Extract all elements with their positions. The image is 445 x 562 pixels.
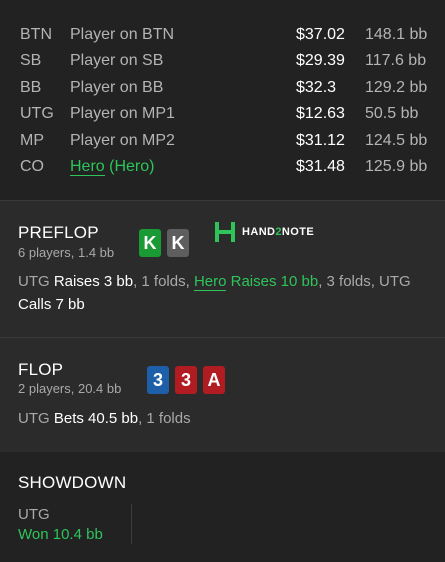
- card-king: K: [139, 229, 161, 257]
- preflop-actions: UTG Raises 3 bb, 1 folds, Hero Raises 10…: [18, 271, 427, 316]
- player-row[interactable]: MP Player on MP2 $31.12 124.5 bb: [0, 128, 445, 154]
- player-stack-bb: 125.9 bb: [365, 157, 428, 175]
- player-name: Player on BB: [70, 78, 164, 96]
- player-stack-bb: 129.2 bb: [365, 78, 428, 96]
- showdown-title: SHOWDOWN: [18, 473, 127, 492]
- hand2note-logo: HAND2NOTE: [214, 221, 314, 243]
- player-stack: $32.3: [296, 78, 337, 96]
- action-folds: , 1 folds: [138, 410, 191, 427]
- player-row[interactable]: BTN Player on BTN $37.02 148.1 bb: [0, 22, 445, 48]
- players-table: BTN Player on BTN $37.02 148.1 bb SB Pla…: [0, 0, 445, 200]
- flop-title: FLOP: [18, 360, 64, 379]
- hand2note-logo-text: HAND2NOTE: [242, 226, 315, 238]
- player-stack: $31.12: [296, 131, 345, 149]
- action-raise: Raises 3 bb: [53, 273, 134, 290]
- card-ace: A: [203, 366, 225, 394]
- player-name: Player on BTN: [70, 26, 175, 43]
- showdown-divider: [131, 504, 132, 544]
- flop-actions: UTG Bets 40.5 bb, 1 folds: [18, 408, 427, 431]
- player-stack-bb: 148.1 bb: [365, 26, 428, 43]
- action-folds: , 3 folds, UTG: [318, 273, 411, 290]
- hero-action-link[interactable]: Hero: [193, 273, 227, 291]
- player-position: CO: [20, 157, 44, 175]
- action-bet: Bets 40.5 bb: [53, 410, 139, 427]
- showdown-section: SHOWDOWN UTG Won 10.4 bb: [0, 452, 445, 562]
- card-king: K: [167, 229, 189, 257]
- player-stack: $31.48: [296, 157, 345, 175]
- hero-name-suffix: (Hero): [104, 157, 155, 175]
- player-stack: $29.39: [296, 52, 345, 70]
- player-stack: $37.02: [296, 26, 345, 43]
- player-stack-bb: 117.6 bb: [365, 52, 427, 70]
- hero-hole-cards: K K: [139, 229, 189, 257]
- player-position: MP: [20, 131, 44, 149]
- flop-subtitle: 2 players, 20.4 bb: [18, 381, 122, 396]
- showdown-result: Won 10.4 bb: [18, 526, 103, 543]
- card-three: 3: [147, 366, 169, 394]
- card-three: 3: [175, 366, 197, 394]
- player-position: BTN: [20, 26, 52, 43]
- player-position: SB: [20, 52, 42, 70]
- player-row[interactable]: UTG Player on MP1 $12.63 50.5 bb: [0, 101, 445, 127]
- player-row-hero[interactable]: CO Hero (Hero) $31.48 125.9 bb: [0, 154, 445, 180]
- player-position: UTG: [20, 105, 54, 123]
- player-stack: $12.63: [296, 105, 345, 123]
- player-row[interactable]: BB Player on BB $32.3 129.2 bb: [0, 75, 445, 101]
- preflop-subtitle: 6 players, 1.4 bb: [18, 245, 115, 260]
- flop-section: FLOP 2 players, 20.4 bb 3 3 A UTG Bets 4…: [0, 338, 445, 452]
- action-actor: UTG: [18, 410, 54, 427]
- player-stack-bb: 124.5 bb: [365, 131, 428, 149]
- player-stack-bb: 50.5 bb: [365, 105, 419, 123]
- preflop-section: PREFLOP 6 players, 1.4 bb K K HAND2NOTE …: [0, 201, 445, 337]
- hero-name-link[interactable]: Hero: [70, 157, 105, 176]
- preflop-title: PREFLOP: [18, 223, 99, 242]
- action-folds: , 1 folds,: [133, 273, 194, 290]
- player-name: Player on MP1: [70, 105, 175, 123]
- action-call: Calls 7 bb: [18, 295, 85, 313]
- action-actor: UTG: [18, 273, 54, 290]
- player-name: Player on SB: [70, 52, 164, 70]
- player-name: Player on MP2: [70, 131, 175, 149]
- showdown-player: UTG: [18, 506, 50, 523]
- hero-name-cell: Hero (Hero): [70, 154, 154, 180]
- flop-board-cards: 3 3 A: [147, 366, 225, 394]
- player-position: BB: [20, 78, 42, 96]
- hero-action-raise: Raises 10 bb: [226, 273, 319, 290]
- hand2note-logo-icon: [215, 222, 235, 242]
- player-row[interactable]: SB Player on SB $29.39 117.6 bb: [0, 48, 445, 74]
